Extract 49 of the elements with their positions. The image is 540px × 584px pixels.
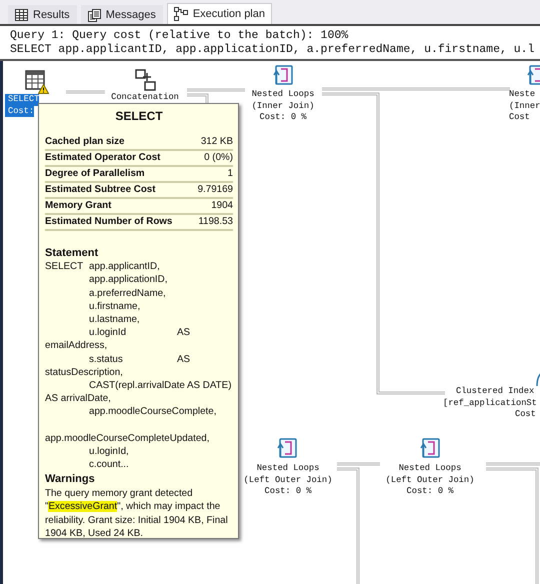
document-icon (88, 8, 101, 22)
node-label[interactable]: SELECT (5, 94, 40, 106)
node-label[interactable]: (Left Outer Join) (244, 474, 332, 486)
property-value: 1 (228, 167, 233, 181)
node-label[interactable]: (Inner Join) (252, 100, 314, 112)
node-label[interactable]: Cost (506, 112, 530, 124)
nested-loops-icon (420, 438, 440, 458)
concatenation-icon (135, 69, 157, 91)
node-label[interactable]: Neste (506, 89, 536, 100)
tooltip-title: SELECT (114, 109, 164, 123)
node-label[interactable]: Cost: 0 % (260, 112, 306, 124)
flowchart-icon (174, 7, 188, 21)
node-label[interactable]: (Left Outer Join) (386, 474, 474, 486)
property-name: Degree of Parallelism (45, 167, 145, 181)
statement-text: SELECT app.applicantID, app.applicationID, a.preferredName, u.firstname, u.lastname, u.loginId AS emailAddress, s.status AS statusDescription, CAST(repl.arrivalDate AS DATE) AS arrivalDate, app.moodleCourseComplete, app.moodleCourseCompleteUpdated, u.loginId, c.count... (45, 260, 232, 472)
warning-text: The query memory grant detected "ExcessiveGrant", which may impact the reliability. Grant size: Initial 1904 KB, Final 1904 KB, Used 24 KB. (45, 486, 229, 541)
property-name: Cached plan size (45, 135, 124, 149)
property-value: 1198.53 (198, 215, 233, 229)
property-value: 1904 (211, 199, 233, 213)
node-label[interactable]: Concatenation (111, 92, 179, 104)
node-label[interactable]: Cost: (5, 106, 34, 117)
section-heading: Warnings (45, 473, 96, 487)
nested-loops-icon (277, 438, 297, 458)
tab[interactable]: Results (8, 5, 77, 24)
node-label[interactable]: Nested Loops (256, 463, 320, 474)
property-name: Estimated Operator Cost (45, 151, 160, 165)
node-label[interactable]: Nested Loops (398, 463, 462, 474)
node-label[interactable]: (Inner (506, 100, 540, 112)
node-label[interactable]: Clustered Index (453, 386, 534, 398)
property-name: Estimated Subtree Cost (45, 183, 156, 197)
property-value: 312 KB (200, 135, 233, 149)
node-label[interactable]: Cost: 0 % (264, 486, 312, 498)
section-heading: Statement (45, 247, 100, 260)
property-name: Estimated Number of Rows (45, 215, 172, 229)
node-label[interactable]: Cost (512, 409, 536, 420)
query-text: SELECT app.applicantID, app.applicationID, a.preferredName, u.firstname, u.l (10, 43, 536, 57)
property-name: Memory Grant (45, 199, 112, 213)
table-icon (25, 70, 45, 90)
node-label[interactable]: Nested Loops (252, 89, 314, 100)
nested-loops-icon (273, 65, 293, 85)
grid-icon (15, 9, 28, 21)
query-text: Query 1: Query cost (relative to the batch): 100% (10, 29, 350, 43)
property-value: 9.79169 (198, 183, 233, 197)
tab[interactable]: Messages (80, 5, 163, 24)
tab[interactable]: Execution plan (166, 3, 272, 24)
connector-arrow (186, 94, 208, 104)
node-label[interactable]: Cost: 0 % (406, 486, 454, 498)
property-value: 0 (0%) (204, 151, 233, 165)
node-label[interactable]: [ref_applicationSt (440, 398, 537, 409)
